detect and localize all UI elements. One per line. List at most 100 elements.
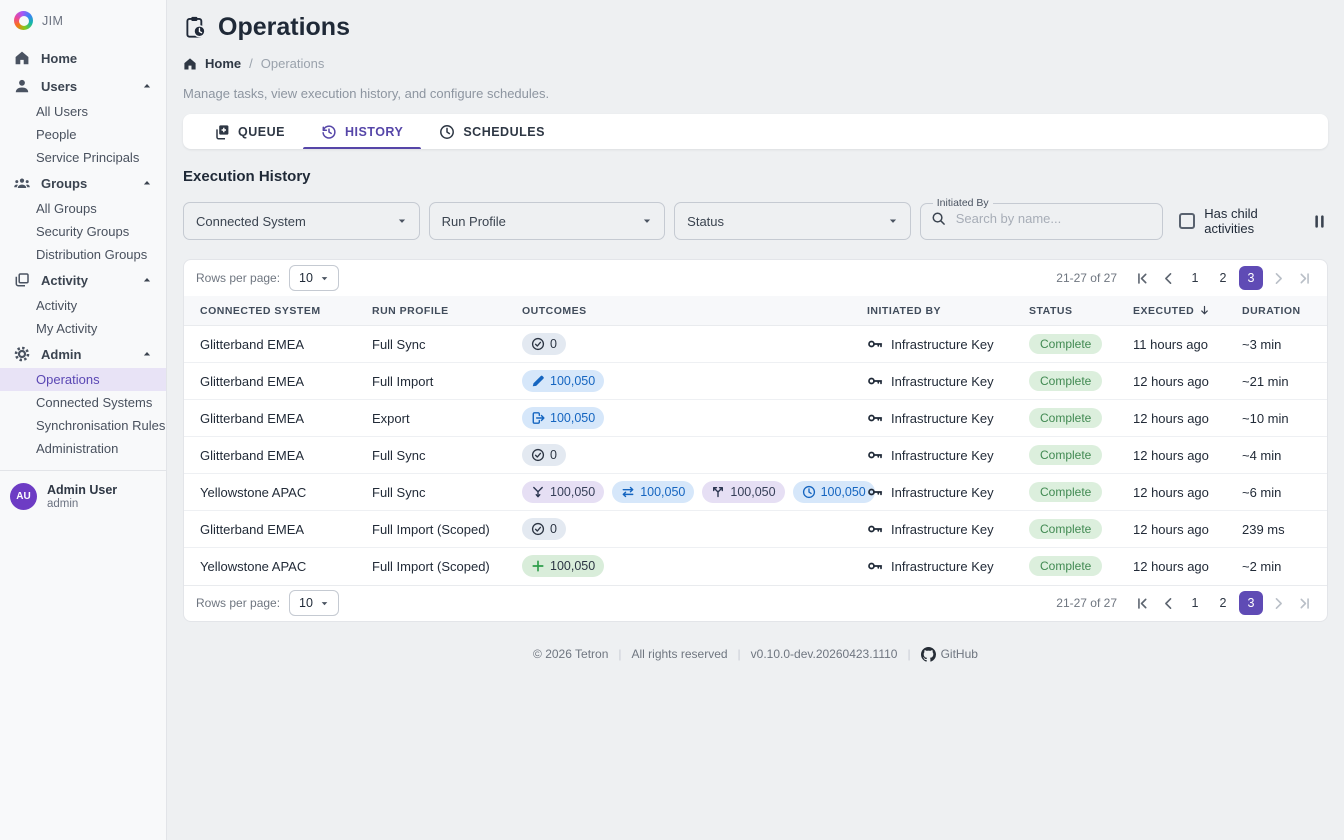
initiated-by-name: Infrastructure Key [891, 448, 994, 463]
run-profile-cell: Export [364, 400, 514, 437]
status-cell: Complete [1021, 363, 1125, 400]
status-cell: Complete [1021, 474, 1125, 511]
table-row[interactable]: Yellowstone APACFull Import (Scoped)100,… [184, 548, 1327, 585]
sidebar-item-distribution-groups[interactable]: Distribution Groups [0, 243, 166, 266]
outcome-chip[interactable]: 100,050 [522, 555, 604, 577]
table-row[interactable]: Yellowstone APACFull Sync100,050100,0501… [184, 474, 1327, 511]
table-row[interactable]: Glitterband EMEAFull Import (Scoped)0Inf… [184, 511, 1327, 548]
sidebar-item-all-users[interactable]: All Users [0, 100, 166, 123]
breadcrumb-current: Operations [261, 56, 325, 71]
has-child-activities-checkbox[interactable] [1179, 213, 1195, 229]
first-page-button[interactable] [1131, 267, 1153, 289]
first-page-button[interactable] [1131, 592, 1153, 614]
page-number-button[interactable]: 3 [1239, 591, 1263, 615]
executed-cell: 12 hours ago [1125, 400, 1234, 437]
key-icon [867, 336, 883, 352]
chevron-right-icon [1271, 596, 1286, 611]
tab-schedules[interactable]: SCHEDULES [421, 114, 563, 149]
key-icon [867, 410, 883, 426]
sidebar-item-connected-systems[interactable]: Connected Systems [0, 391, 166, 414]
outcome-chip[interactable]: 100,050 [522, 481, 604, 503]
last-page-button[interactable] [1293, 592, 1315, 614]
key-icon [867, 521, 883, 537]
tab-label: QUEUE [238, 125, 285, 139]
table-row[interactable]: Glitterband EMEAFull Sync0Infrastructure… [184, 326, 1327, 363]
table-row[interactable]: Glitterband EMEAFull Sync0Infrastructure… [184, 437, 1327, 474]
outcome-chip[interactable]: 100,050 [612, 481, 694, 503]
connected-system-cell: Glitterband EMEA [184, 400, 364, 437]
initiated-by-field: Initiated By [920, 198, 1164, 240]
table-row[interactable]: Glitterband EMEAExport100,050Infrastruct… [184, 400, 1327, 437]
col-run-profile[interactable]: RUN PROFILE [364, 296, 514, 326]
rows-per-page-select[interactable]: 10 [289, 590, 339, 616]
outcome-chip[interactable]: 100,050 [793, 481, 875, 503]
page-number-button[interactable]: 1 [1183, 266, 1207, 290]
outcome-chip[interactable]: 100,050 [522, 407, 604, 429]
sidebar-item-synchronisation-rules[interactable]: Synchronisation Rules [0, 414, 166, 437]
app-logo[interactable]: JIM [0, 0, 166, 44]
schedules-clock-icon [439, 124, 455, 140]
filter-bar: Connected System Run Profile Status Init… [183, 200, 1328, 242]
run-profile-select[interactable]: Run Profile [429, 202, 666, 240]
github-link[interactable]: GitHub [921, 647, 978, 662]
sidebar-item-my-activity[interactable]: My Activity [0, 317, 166, 340]
col-executed-label: EXECUTED [1133, 305, 1194, 317]
previous-page-button[interactable] [1157, 592, 1179, 614]
search-icon [931, 211, 946, 226]
page-number-button[interactable]: 1 [1183, 591, 1207, 615]
sidebar-item-people[interactable]: People [0, 123, 166, 146]
next-page-button[interactable] [1267, 592, 1289, 614]
executed-cell: 12 hours ago [1125, 548, 1234, 585]
page-number-button[interactable]: 2 [1211, 591, 1235, 615]
rows-per-page-value: 10 [299, 596, 313, 610]
outcome-chip[interactable]: 100,050 [702, 481, 784, 503]
sidebar-item-admin[interactable]: Admin [0, 340, 166, 368]
connected-system-cell: Glitterband EMEA [184, 326, 364, 363]
sidebar-item-service-principals[interactable]: Service Principals [0, 146, 166, 169]
rows-per-page-select[interactable]: 10 [289, 265, 339, 291]
initiated-by-cell: Infrastructure Key [859, 326, 1021, 363]
tab-history[interactable]: HISTORY [303, 114, 421, 149]
sidebar-item-activity[interactable]: Activity [0, 294, 166, 317]
pause-button[interactable] [1311, 213, 1328, 230]
outcome-chip[interactable]: 0 [522, 333, 566, 355]
sidebar-item-all-groups[interactable]: All Groups [0, 197, 166, 220]
col-outcomes[interactable]: OUTCOMES [514, 296, 859, 326]
tab-queue[interactable]: QUEUE [196, 114, 303, 149]
sidebar-item-home[interactable]: Home [0, 44, 166, 72]
sidebar-item-activity[interactable]: Activity [0, 266, 166, 294]
col-initiated-by[interactable]: INITIATED BY [859, 296, 1021, 326]
has-child-activities-label: Has child activities [1204, 206, 1311, 236]
outcome-chip[interactable]: 100,050 [522, 370, 604, 392]
page-number-button[interactable]: 2 [1211, 266, 1235, 290]
status-badge: Complete [1029, 408, 1102, 428]
duration-cell: ~3 min [1234, 326, 1327, 363]
connected-system-cell: Glitterband EMEA [184, 511, 364, 548]
last-page-icon [1297, 596, 1312, 611]
github-label: GitHub [941, 647, 978, 661]
sidebar-item-administration[interactable]: Administration [0, 437, 166, 460]
outcome-chip[interactable]: 0 [522, 444, 566, 466]
sidebar-user[interactable]: AU Admin User admin [0, 471, 166, 522]
table-row[interactable]: Glitterband EMEAFull Import100,050Infras… [184, 363, 1327, 400]
previous-page-button[interactable] [1157, 267, 1179, 289]
next-page-button[interactable] [1267, 267, 1289, 289]
col-connected-system[interactable]: CONNECTED SYSTEM [184, 296, 364, 326]
col-duration[interactable]: DURATION [1234, 296, 1327, 326]
col-executed[interactable]: EXECUTED [1125, 296, 1234, 326]
user-icon [14, 78, 30, 94]
page-number-button[interactable]: 3 [1239, 266, 1263, 290]
breadcrumb-home[interactable]: Home [205, 56, 241, 71]
status-select[interactable]: Status [674, 202, 911, 240]
search-input[interactable] [954, 210, 1153, 227]
sidebar-item-users[interactable]: Users [0, 72, 166, 100]
sidebar-item-operations[interactable]: Operations [0, 368, 166, 391]
outcome-chip[interactable]: 0 [522, 518, 566, 540]
outcomes-cell: 0 [514, 511, 859, 548]
col-status[interactable]: STATUS [1021, 296, 1125, 326]
last-page-button[interactable] [1293, 267, 1315, 289]
sidebar-item-groups[interactable]: Groups [0, 169, 166, 197]
connected-system-select[interactable]: Connected System [183, 202, 420, 240]
run-profile-cell: Full Sync [364, 437, 514, 474]
sidebar-item-security-groups[interactable]: Security Groups [0, 220, 166, 243]
